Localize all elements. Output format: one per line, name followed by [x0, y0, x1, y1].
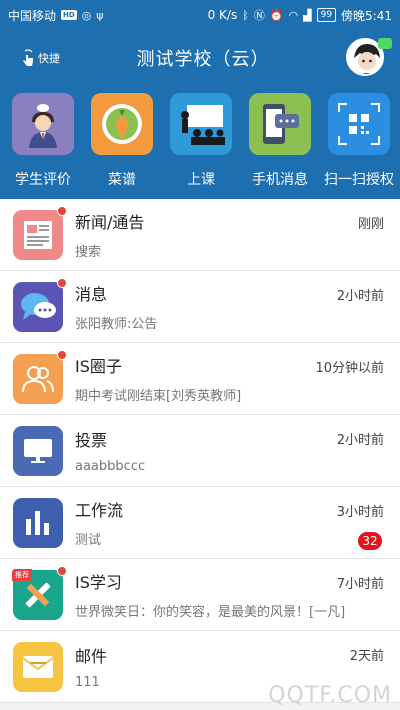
quick-label: 扫一扫授权: [324, 172, 394, 188]
item-subtitle: aaabbbccc: [75, 459, 146, 474]
student-evaluation-icon: [12, 93, 74, 155]
item-subtitle: 张阳教师:公告: [75, 317, 158, 332]
carrot-recipe-icon: [91, 93, 153, 155]
classroom-icon: [170, 93, 232, 155]
item-time: 3小时前: [336, 505, 384, 520]
item-time: 7小时前: [336, 577, 384, 592]
signal-icon: ▟: [303, 8, 312, 22]
quick-label: 学生评价: [15, 172, 71, 188]
quick-item-phone-message[interactable]: 手机消息: [241, 93, 319, 199]
list-item-workflow[interactable]: 工作流 测试 3小时前 32: [0, 487, 400, 559]
carrier-label: 中国移动: [8, 8, 57, 23]
unread-dot: [57, 565, 67, 576]
recommend-tag: 推荐: [12, 568, 32, 581]
item-time: 2小时前: [336, 433, 384, 448]
list-item-is-circle[interactable]: IS圈子 期中考试刚结束[刘秀英教师] 10分钟以前: [0, 343, 400, 415]
unread-dot: [57, 277, 67, 288]
item-subtitle: 期中考试刚结束[刘秀英教师]: [75, 389, 242, 404]
wifi-icon: ◠: [288, 8, 299, 22]
item-time: 10分钟以前: [315, 361, 384, 376]
people-circle-icon: [13, 349, 67, 404]
hd-icon: HD: [61, 10, 77, 20]
item-time: 2天前: [349, 649, 384, 664]
page-title: 测试学校（云）: [136, 48, 270, 70]
list-item-is-study[interactable]: 推荐 IS学习 世界微笑日：你的笑容，是最美的风景！[一凡] 7小时前: [0, 559, 400, 631]
monitor-vote-icon: [13, 425, 63, 476]
quick-item-recipe[interactable]: 菜谱: [83, 93, 161, 199]
watermark: QQTF.COM: [268, 683, 392, 708]
clock: 傍晚5:41: [341, 8, 392, 23]
item-time: 刚刚: [357, 217, 384, 232]
bar-chart-icon: [13, 497, 63, 548]
quick-access-bar: 学生评价 菜谱 上课 手机消息 扫一扫授权: [0, 85, 400, 199]
chat-bubble-icon: [13, 277, 67, 332]
unread-count-badge: 32: [358, 532, 382, 550]
quick-label: 菜谱: [108, 172, 136, 188]
quick-item-student-evaluation[interactable]: 学生评价: [4, 93, 82, 199]
envelope-icon: [13, 641, 63, 692]
quick-item-qr-scan[interactable]: 扫一扫授权: [320, 93, 398, 199]
item-subtitle: 测试: [75, 533, 102, 548]
wechat-icon: [378, 37, 392, 49]
shortcut-button[interactable]: 快捷: [18, 48, 60, 68]
item-title: 新闻/通告: [75, 213, 145, 232]
status-bar: 中国移动 HD ◎ ψ 0 K/s ᛒ Ⓝ ⏰ ◠ ▟ 99 傍晚5:41: [0, 0, 400, 30]
item-subtitle: 世界微笑日：你的笑容，是最美的风景！[一凡]: [75, 605, 346, 620]
touch-hand-icon: [23, 48, 33, 66]
module-list: 新闻/通告 搜索 刚刚 消息 张阳教师:公告 2小时前 IS圈子 期中考试刚结束…: [0, 199, 400, 703]
unread-dot: [57, 349, 67, 360]
network-speed: 0 K/s: [207, 8, 238, 22]
item-subtitle: 搜索: [75, 245, 102, 260]
shortcut-label: 快捷: [38, 51, 60, 65]
alarm-icon: ⏰: [269, 8, 284, 22]
quick-item-class[interactable]: 上课: [162, 93, 240, 199]
item-time: 2小时前: [336, 289, 384, 304]
pencil-ruler-icon: 推荐: [12, 565, 67, 620]
notification-icon: ◎: [81, 8, 92, 22]
battery-icon: 99: [316, 8, 337, 22]
nfc-icon: Ⓝ: [253, 9, 265, 22]
quick-label: 手机消息: [252, 172, 308, 188]
app-header: 快捷 测试学校（云）: [0, 30, 400, 85]
list-item-news[interactable]: 新闻/通告 搜索 刚刚: [0, 199, 400, 271]
unread-dot: [57, 205, 67, 216]
list-item-vote[interactable]: 投票 aaabbbccc 2小时前: [0, 415, 400, 487]
item-title: 邮件: [75, 647, 108, 666]
bluetooth-icon: ᛒ: [242, 8, 249, 22]
phone-message-icon: [249, 93, 311, 155]
qr-scan-icon: [328, 93, 390, 155]
usb-icon: ψ: [96, 8, 104, 22]
news-icon: [13, 205, 67, 260]
list-item-messages[interactable]: 消息 张阳教师:公告 2小时前: [0, 271, 400, 343]
quick-label: 上课: [187, 172, 215, 188]
avatar-button[interactable]: [346, 37, 392, 78]
